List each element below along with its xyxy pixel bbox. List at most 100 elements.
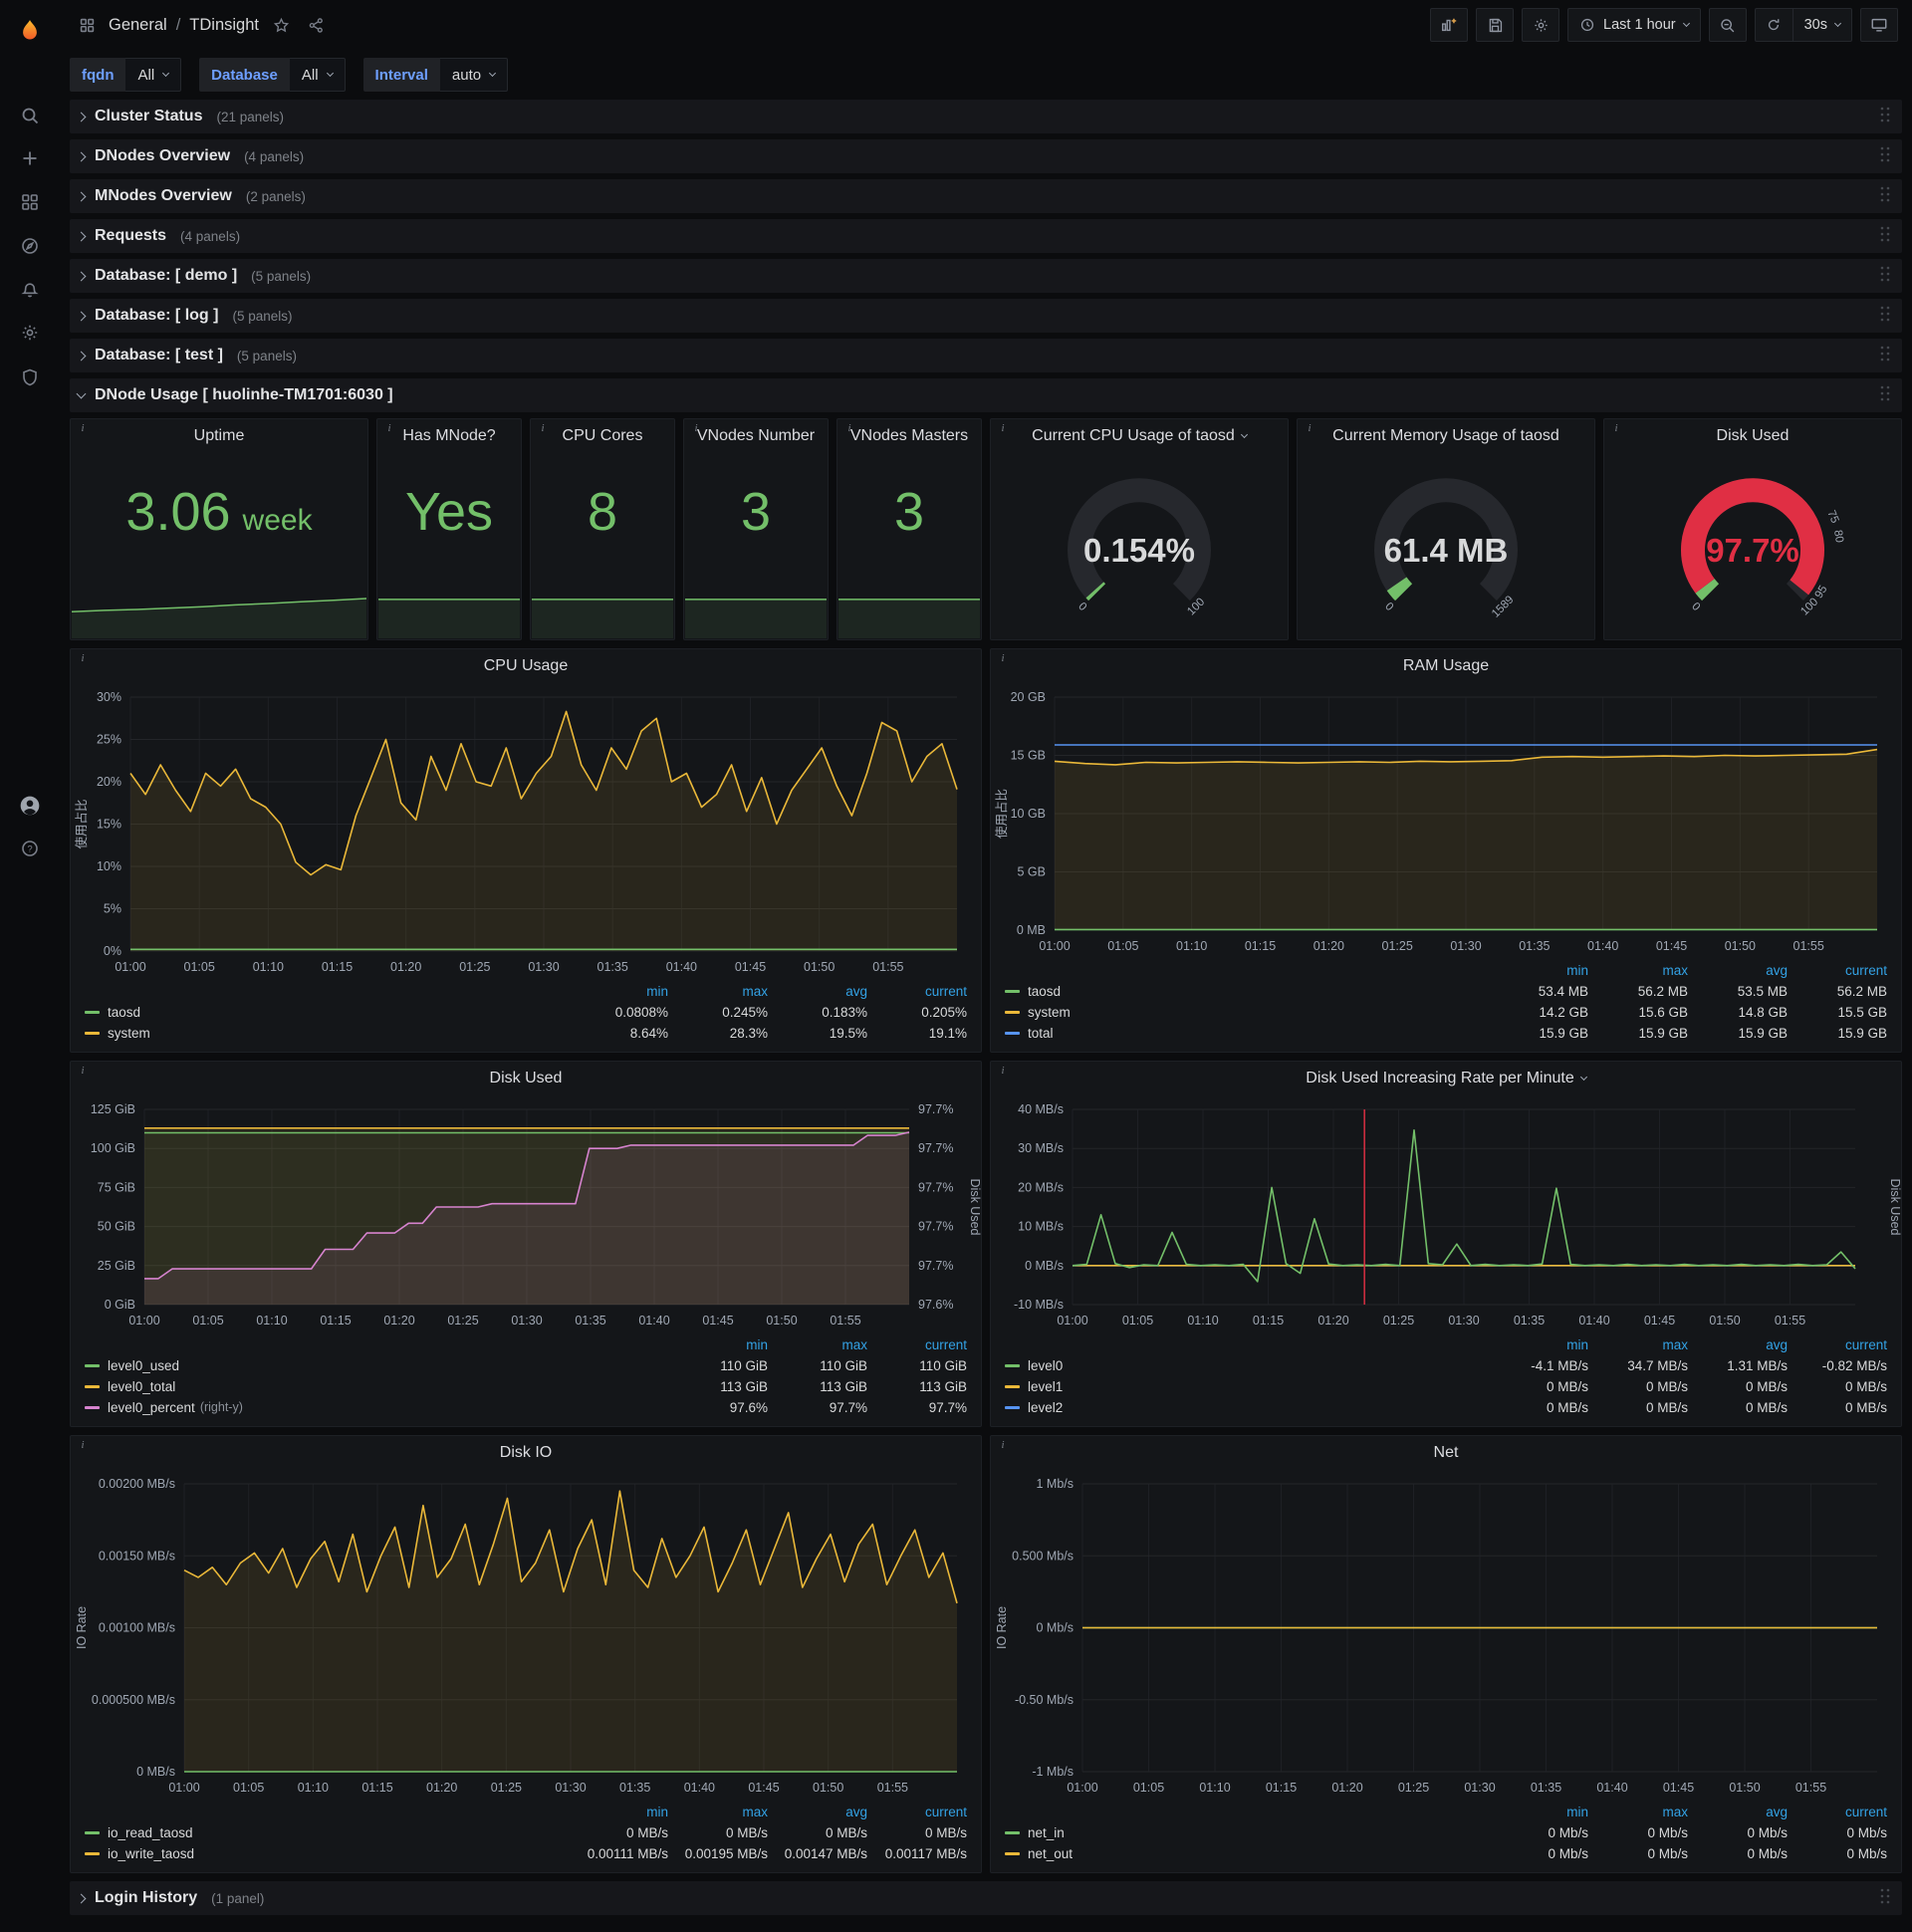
grafana-logo[interactable] (0, 10, 60, 54)
legend-series-level0[interactable]: level0 (1005, 1355, 1489, 1376)
chart-plot-disk-rate[interactable]: 01:00 01:05 01:10 01:15 01:20 01:25 01:30 01:35… (991, 1095, 1901, 1334)
zoom-out-time-button[interactable] (1708, 8, 1747, 42)
alerting-icon[interactable] (0, 270, 60, 312)
cycle-view-button[interactable] (1860, 8, 1898, 42)
panel-info-icon[interactable]: i (382, 421, 396, 435)
panel-title-stat-uptime[interactable]: Uptime (71, 419, 367, 453)
panel-info-icon[interactable]: i (842, 421, 856, 435)
panel-info-icon[interactable]: i (76, 651, 90, 665)
panel-title-gauge-current-memory-usage-of-taosd[interactable]: Current Memory Usage of taosd (1298, 419, 1594, 453)
dashboard-row-mnodes-overview[interactable]: MNodes Overview (2 panels) (70, 179, 1902, 213)
legend-col-min[interactable]: min (569, 1802, 668, 1822)
explore-icon[interactable] (0, 225, 60, 267)
row-drag-handle[interactable] (1880, 266, 1890, 287)
chart-plot-cpu[interactable]: 01:00 01:05 01:10 01:15 01:20 01:25 01:30 01:35… (71, 683, 981, 981)
legend-series-level1[interactable]: level1 (1005, 1376, 1489, 1397)
legend-series-taosd[interactable]: taosd (85, 1002, 569, 1023)
variable-value-dropdown[interactable]: auto (439, 58, 509, 92)
row-drag-handle[interactable] (1880, 1888, 1890, 1909)
legend-series-level0-used[interactable]: level0_used (85, 1355, 668, 1376)
legend-col-avg[interactable]: avg (1688, 1334, 1788, 1355)
chart-plot-ram[interactable]: 01:00 01:05 01:10 01:15 01:20 01:25 01:30 01:35… (991, 683, 1901, 960)
variable-value-dropdown[interactable]: All (125, 58, 182, 92)
row-drag-handle[interactable] (1880, 107, 1890, 127)
legend-col-max[interactable]: max (1588, 1334, 1688, 1355)
row-drag-handle[interactable] (1880, 146, 1890, 167)
server-admin-icon[interactable] (0, 357, 60, 398)
save-dashboard-button[interactable] (1476, 8, 1515, 42)
legend-col-avg[interactable]: avg (1688, 960, 1788, 981)
dashboard-row-database-log[interactable]: Database: [ log ] (5 panels) (70, 299, 1902, 333)
legend-col-max[interactable]: max (1588, 960, 1688, 981)
legend-series-total[interactable]: total (1005, 1023, 1489, 1044)
variable-value-dropdown[interactable]: All (289, 58, 346, 92)
add-panel-button[interactable] (1430, 8, 1469, 42)
panel-title-disk-io[interactable]: Disk IO (71, 1436, 981, 1470)
row-drag-handle[interactable] (1880, 186, 1890, 207)
legend-series-io-write-taosd[interactable]: io_write_taosd (85, 1843, 569, 1864)
configuration-icon[interactable] (0, 312, 60, 354)
dashboard-row-login-history[interactable]: Login History (1 panel) (70, 1881, 1902, 1915)
panel-info-icon[interactable]: i (76, 1064, 90, 1078)
dashboard-row-database-test[interactable]: Database: [ test ] (5 panels) (70, 339, 1902, 372)
help-icon[interactable]: ? (0, 828, 60, 869)
legend-series-level2[interactable]: level2 (1005, 1397, 1489, 1418)
time-range-picker[interactable]: Last 1 hour (1567, 8, 1701, 42)
panel-info-icon[interactable]: i (76, 421, 90, 435)
panel-title-stat-vnodes-masters[interactable]: VNodes Masters (837, 419, 981, 453)
panel-title-ram[interactable]: RAM Usage (991, 649, 1901, 683)
panel-title-gauge-current-cpu-usage-of-taosd[interactable]: Current CPU Usage of taosd (991, 419, 1288, 453)
breadcrumb-section[interactable]: General (109, 16, 167, 35)
panel-info-icon[interactable]: i (996, 1438, 1010, 1452)
panel-title-stat-vnodes-number[interactable]: VNodes Number (684, 419, 828, 453)
legend-col-avg[interactable]: avg (768, 1802, 867, 1822)
legend-col-max[interactable]: max (668, 981, 768, 1002)
legend-col-min[interactable]: min (668, 1334, 768, 1355)
panel-info-icon[interactable]: i (1609, 421, 1623, 435)
legend-col-max[interactable]: max (668, 1802, 768, 1822)
chart-plot-disk-io[interactable]: 01:00 01:05 01:10 01:15 01:20 01:25 01:30 01:35… (71, 1470, 981, 1802)
dashboard-row-dnodes-overview[interactable]: DNodes Overview (4 panels) (70, 139, 1902, 173)
legend-col-min[interactable]: min (1489, 1334, 1588, 1355)
legend-col-current[interactable]: current (867, 1802, 967, 1822)
panel-title-stat-has-mnode[interactable]: Has MNode? (377, 419, 521, 453)
search-icon[interactable] (0, 95, 60, 136)
legend-col-avg[interactable]: avg (768, 981, 867, 1002)
apps-icon[interactable] (74, 12, 100, 38)
breadcrumb-title[interactable]: TDinsight (189, 16, 259, 35)
dashboard-row-dnode-usage-huolinhe-tm1701-6030[interactable]: DNode Usage [ huolinhe-TM1701:6030 ] (70, 378, 1902, 412)
panel-info-icon[interactable]: i (1303, 421, 1316, 435)
row-drag-handle[interactable] (1880, 346, 1890, 366)
panel-title-gauge-disk-used[interactable]: Disk Used (1604, 419, 1901, 453)
panel-info-icon[interactable]: i (996, 651, 1010, 665)
legend-col-min[interactable]: min (1489, 1802, 1588, 1822)
panel-info-icon[interactable]: i (996, 421, 1010, 435)
legend-col-max[interactable]: max (768, 1334, 867, 1355)
row-drag-handle[interactable] (1880, 385, 1890, 406)
panel-title-cpu[interactable]: CPU Usage (71, 649, 981, 683)
dashboard-row-cluster-status[interactable]: Cluster Status (21 panels) (70, 100, 1902, 133)
refresh-button[interactable] (1754, 8, 1792, 42)
refresh-interval-dropdown[interactable]: 30s (1792, 8, 1852, 42)
legend-col-max[interactable]: max (1588, 1802, 1688, 1822)
dashboard-settings-button[interactable] (1522, 8, 1560, 42)
legend-col-current[interactable]: current (1788, 1334, 1887, 1355)
legend-col-current[interactable]: current (1788, 1802, 1887, 1822)
legend-series-net-out[interactable]: net_out (1005, 1843, 1489, 1864)
panel-title-disk-used[interactable]: Disk Used (71, 1062, 981, 1095)
panel-title-disk-rate[interactable]: Disk Used Increasing Rate per Minute (991, 1062, 1901, 1095)
panel-info-icon[interactable]: i (689, 421, 703, 435)
legend-series-taosd[interactable]: taosd (1005, 981, 1489, 1002)
panel-title-net[interactable]: Net (991, 1436, 1901, 1470)
panel-title-stat-cpu-cores[interactable]: CPU Cores (531, 419, 674, 453)
legend-series-io-read-taosd[interactable]: io_read_taosd (85, 1822, 569, 1843)
row-drag-handle[interactable] (1880, 306, 1890, 327)
chart-plot-net[interactable]: 01:00 01:05 01:10 01:15 01:20 01:25 01:30 01:35… (991, 1470, 1901, 1802)
legend-series-system[interactable]: system (1005, 1002, 1489, 1023)
profile-avatar[interactable] (0, 785, 60, 827)
row-drag-handle[interactable] (1880, 226, 1890, 247)
star-icon[interactable] (268, 12, 294, 38)
legend-col-min[interactable]: min (1489, 960, 1588, 981)
panel-info-icon[interactable]: i (996, 1064, 1010, 1078)
legend-col-avg[interactable]: avg (1688, 1802, 1788, 1822)
